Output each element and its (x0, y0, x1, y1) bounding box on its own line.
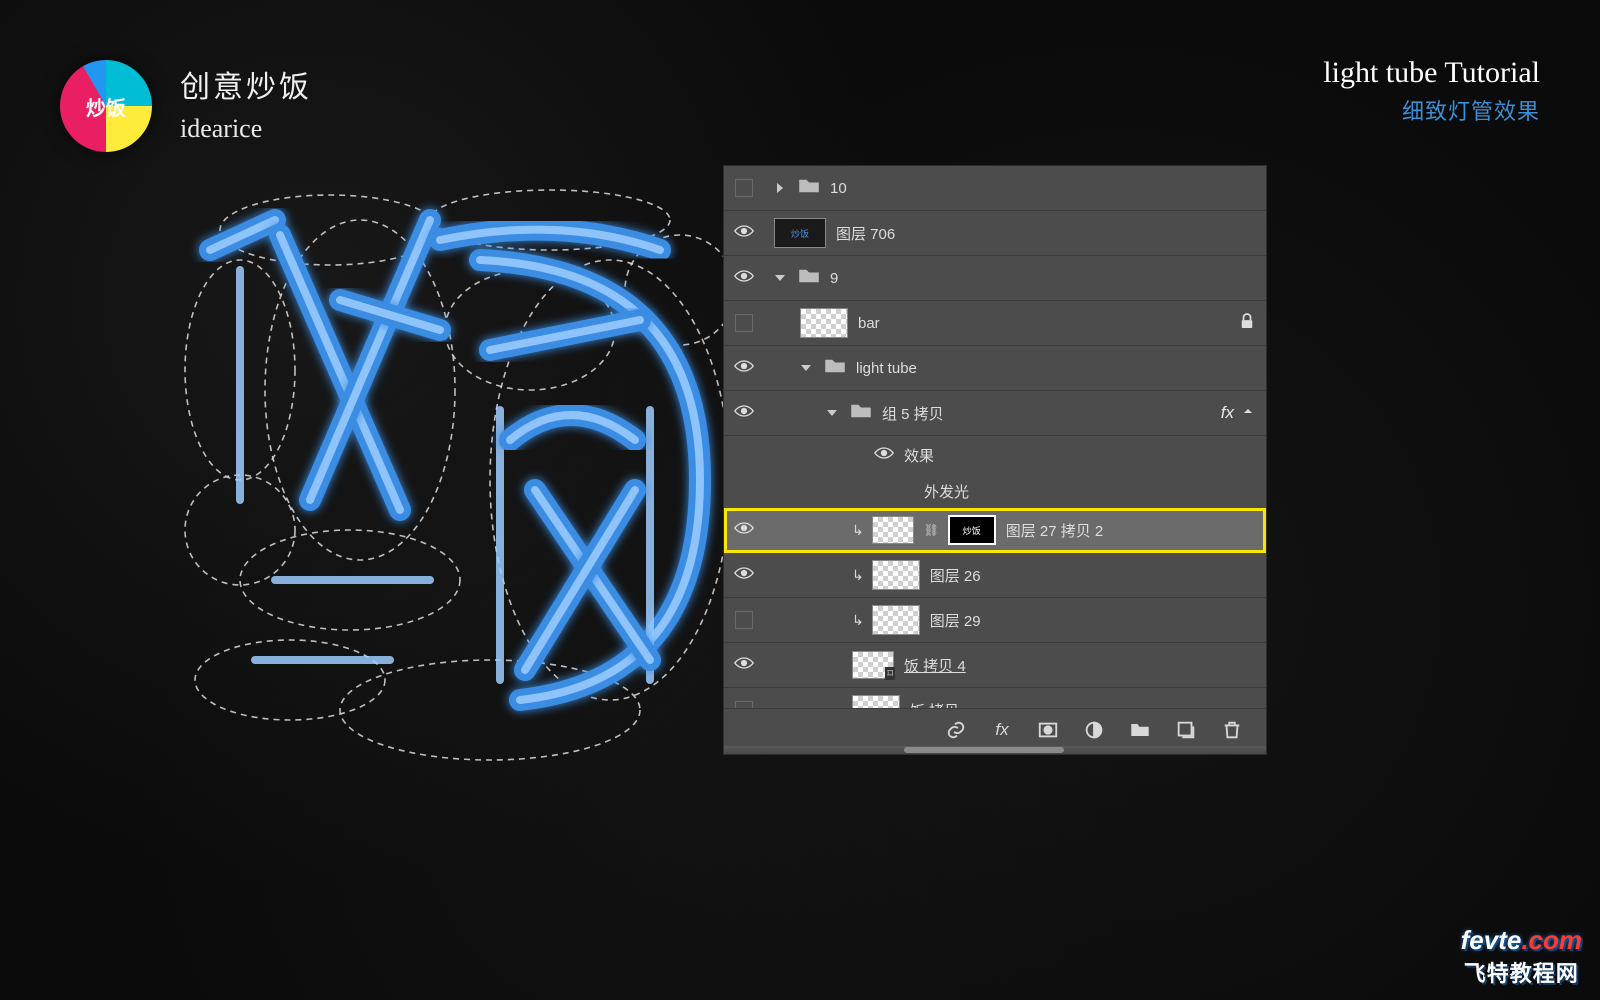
visibility-eye-icon[interactable] (734, 269, 754, 287)
site-watermark: fevte.com 飞特教程网 (1461, 925, 1582, 988)
visibility-eye-icon[interactable] (734, 566, 754, 584)
visibility-eye-icon[interactable] (734, 359, 754, 377)
layer-name-label[interactable]: 10 (830, 180, 847, 197)
folder-icon (798, 178, 820, 198)
watermark-domain: fevte (1461, 925, 1522, 955)
layer-name-label[interactable]: 组 5 拷贝 (882, 403, 944, 424)
layer-thumbnail[interactable]: 炒饭 (774, 218, 826, 248)
layer-fx-button[interactable]: fx (990, 718, 1014, 742)
layer-thumbnail[interactable] (800, 308, 848, 338)
layer-row[interactable]: 组 5 拷贝 fx (724, 391, 1266, 436)
visibility-eye-icon[interactable] (734, 521, 754, 539)
layer-name-label[interactable]: bar (858, 315, 880, 332)
lock-icon[interactable] (1240, 313, 1254, 333)
clipping-indicator-icon: ↳ (852, 567, 864, 584)
disclosure-toggle[interactable] (774, 272, 788, 284)
layer-row[interactable]: ↳ 图层 29 (724, 598, 1266, 643)
folder-icon (850, 403, 872, 423)
layers-panel: 10炒饭图层 7069barlight tube组 5 拷贝fx效果外发光↳⛓炒… (723, 165, 1267, 755)
layer-name-label[interactable]: 图层 29 (930, 610, 981, 631)
layer-name-label[interactable]: 9 (830, 270, 838, 287)
new-layer-button[interactable] (1174, 718, 1198, 742)
layer-mask-thumbnail[interactable]: 炒饭 (948, 515, 996, 545)
layer-name-label[interactable]: 饭 拷贝 4 (904, 655, 966, 676)
effect-item-label: 外发光 (924, 481, 969, 502)
layer-row[interactable]: light tube (724, 346, 1266, 391)
visibility-toggle[interactable] (735, 314, 753, 332)
delete-layer-button[interactable] (1220, 718, 1244, 742)
disclosure-toggle[interactable] (826, 407, 840, 419)
layer-row[interactable]: 炒饭图层 706 (724, 211, 1266, 256)
layer-thumbnail[interactable]: ⌑ (852, 651, 894, 679)
artwork-neon-text (180, 180, 720, 740)
layer-thumbnail[interactable] (872, 516, 914, 544)
visibility-toggle[interactable] (735, 179, 753, 197)
visibility-eye-icon[interactable] (734, 656, 754, 674)
brand-block: 创意炒饭 idearice (180, 62, 312, 144)
visibility-toggle[interactable] (735, 611, 753, 629)
disclosure-toggle[interactable] (774, 182, 788, 194)
visibility-eye-icon[interactable] (734, 404, 754, 422)
layer-row[interactable]: ⌑ 饭 拷贝 4 (724, 643, 1266, 688)
effects-label: 效果 (904, 445, 934, 466)
folder-icon (798, 268, 820, 288)
disclosure-toggle[interactable] (800, 362, 814, 374)
watermark-cn: 飞特教程网 (1461, 956, 1582, 988)
layer-row[interactable]: bar (724, 301, 1266, 346)
brand-en: idearice (180, 114, 312, 144)
brand-cn: 创意炒饭 (180, 62, 312, 106)
new-group-button[interactable] (1128, 718, 1152, 742)
layer-row[interactable]: 外发光 (724, 474, 1266, 508)
fx-collapse-toggle[interactable] (1242, 405, 1254, 422)
tutorial-title: light tube Tutorial 细致灯管效果 (1323, 56, 1540, 126)
adjustment-layer-button[interactable] (1082, 718, 1106, 742)
visibility-eye-icon[interactable] (734, 224, 754, 242)
tutorial-title-en: light tube Tutorial (1323, 56, 1540, 90)
tutorial-title-cn: 细致灯管效果 (1323, 94, 1540, 126)
watermark-dot: .com (1521, 925, 1582, 955)
layer-row[interactable]: ↳ ⛓ 炒饭图层 27 拷贝 2 (724, 508, 1266, 553)
layer-name-label[interactable]: 图层 27 拷贝 2 (1006, 520, 1104, 541)
folder-icon (824, 358, 846, 378)
layer-name-label[interactable]: 图层 26 (930, 565, 981, 586)
layer-row[interactable]: ↳ 图层 26 (724, 553, 1266, 598)
layer-thumbnail[interactable] (872, 605, 920, 635)
layer-thumbnail[interactable] (872, 560, 920, 590)
clipping-indicator-icon: ↳ (852, 522, 864, 539)
layers-rows: 10炒饭图层 7069barlight tube组 5 拷贝fx效果外发光↳⛓炒… (724, 166, 1266, 733)
layer-row[interactable]: 效果 (724, 436, 1266, 474)
mask-link-icon[interactable]: ⛓ (924, 523, 938, 537)
layers-panel-footer: fx (724, 708, 1266, 754)
brand-logo-badge: 炒饭 (60, 60, 152, 152)
layer-row[interactable]: 10 (724, 166, 1266, 211)
layer-name-label[interactable]: 图层 706 (836, 223, 895, 244)
clipping-indicator-icon: ↳ (852, 612, 864, 629)
panel-scrollbar[interactable] (724, 746, 1266, 754)
layer-row[interactable]: 9 (724, 256, 1266, 301)
fx-badge[interactable]: fx (1221, 403, 1234, 423)
layer-mask-button[interactable] (1036, 718, 1060, 742)
link-layers-button[interactable] (944, 718, 968, 742)
layer-name-label[interactable]: light tube (856, 360, 917, 377)
effects-visibility-icon[interactable] (874, 446, 894, 464)
